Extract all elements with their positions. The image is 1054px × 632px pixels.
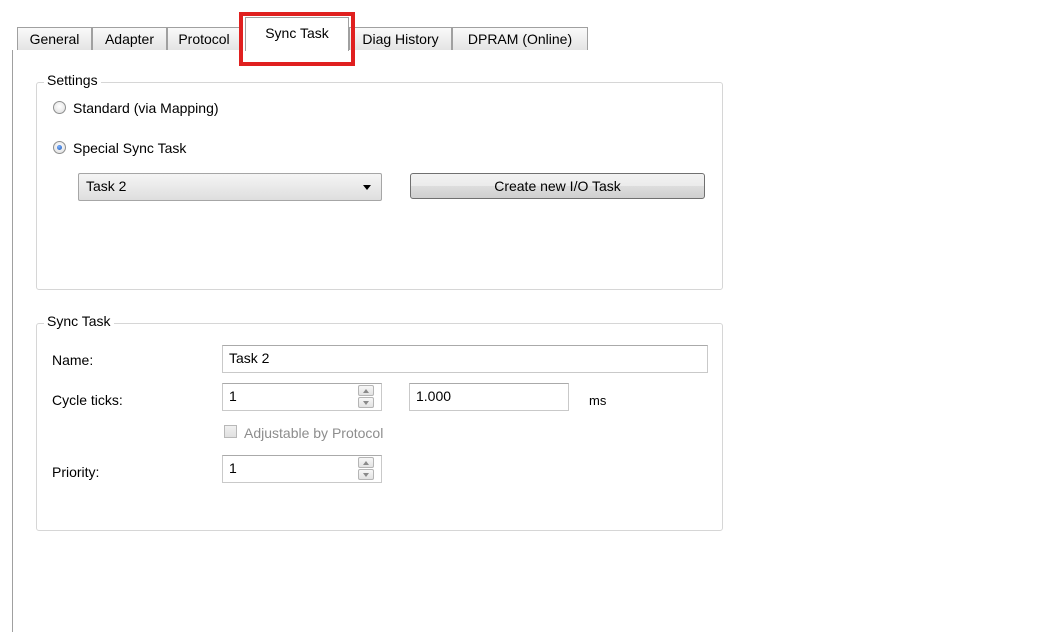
sync-task-combobox-value: Task 2 — [86, 178, 127, 194]
priority-down-icon[interactable] — [358, 469, 374, 480]
priority-value: 1 — [229, 460, 237, 476]
cycle-ticks-label: Cycle ticks: — [52, 392, 123, 408]
standard-radio-label[interactable]: Standard (via Mapping) — [73, 100, 219, 116]
name-label: Name: — [52, 352, 94, 368]
sync-task-group-legend: Sync Task — [44, 313, 114, 329]
special-sync-task-radio-label[interactable]: Special Sync Task — [73, 140, 186, 156]
priority-label: Priority: — [52, 464, 100, 480]
settings-group-legend: Settings — [44, 72, 101, 88]
name-field[interactable]: Task 2 — [222, 345, 708, 373]
tab-protocol[interactable]: Protocol — [167, 27, 241, 50]
cycle-ticks-value: 1 — [229, 388, 237, 404]
adjustable-by-protocol-label: Adjustable by Protocol — [244, 425, 384, 441]
cycle-time-field: 1.000 — [409, 383, 569, 411]
chevron-down-icon — [363, 185, 371, 190]
create-io-task-button[interactable]: Create new I/O Task — [410, 173, 705, 199]
tab-dpram-online[interactable]: DPRAM (Online) — [452, 27, 588, 50]
tab-highlight-box — [239, 12, 355, 66]
adjustable-by-protocol-checkbox[interactable] — [224, 425, 237, 438]
tab-diag-history[interactable]: Diag History — [349, 27, 452, 50]
cycle-ticks-down-icon[interactable] — [358, 397, 374, 408]
priority-up-icon[interactable] — [358, 457, 374, 468]
cycle-time-unit: ms — [589, 393, 607, 408]
standard-radio[interactable] — [53, 101, 66, 114]
special-sync-task-radio[interactable] — [53, 141, 66, 154]
tab-adapter[interactable]: Adapter — [92, 27, 167, 50]
tab-general[interactable]: General — [17, 27, 92, 50]
cycle-ticks-up-icon[interactable] — [358, 385, 374, 396]
sync-task-combobox[interactable]: Task 2 — [78, 173, 382, 201]
